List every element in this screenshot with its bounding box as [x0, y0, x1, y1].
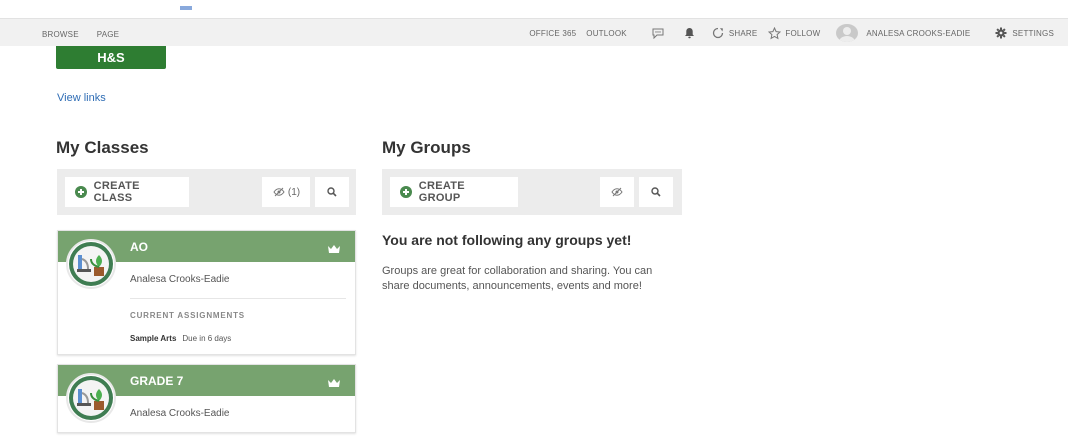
my-classes-title: My Classes: [56, 138, 149, 157]
user-name: ANALESA CROOKS-EADIE: [866, 28, 971, 38]
search-classes-button[interactable]: [315, 177, 349, 207]
class-name: GRADE 7: [130, 374, 184, 388]
my-groups-toolbar: CREATE GROUP: [382, 169, 682, 215]
my-groups-title: My Groups: [382, 138, 471, 157]
assignment-name: Sample Arts: [130, 334, 177, 343]
create-group-button[interactable]: CREATE GROUP: [390, 177, 518, 207]
create-class-button[interactable]: CREATE CLASS: [65, 177, 189, 207]
current-assignments-title: CURRENT ASSIGNMENTS: [130, 311, 245, 320]
class-logo: [66, 239, 116, 289]
star-icon: [767, 26, 781, 40]
search-icon: [325, 185, 339, 199]
crown-icon: [327, 241, 341, 259]
search-groups-button[interactable]: [639, 177, 673, 207]
assignment-due: Due in 6 days: [182, 334, 232, 343]
class-logo: [66, 373, 116, 423]
class-card-ao[interactable]: AO Analesa Crooks-Eadie CURRENT ASSIGNME…: [57, 230, 356, 355]
crown-icon: [327, 375, 341, 393]
tab-browse[interactable]: BROWSE: [42, 30, 79, 39]
top-strip: [0, 0, 1068, 18]
suite-bar: BROWSE PAGE OFFICE 365 OUTLOOK SHARE FOL…: [0, 18, 1068, 46]
office365-link[interactable]: OFFICE 365: [529, 29, 576, 38]
gear-icon: [994, 26, 1008, 40]
hidden-classes-button[interactable]: (1): [262, 177, 310, 207]
groups-empty-description: Groups are great for collaboration and s…: [382, 265, 653, 292]
avatar: [836, 24, 859, 42]
create-group-label: CREATE GROUP: [418, 180, 465, 204]
create-class-label: CREATE CLASS: [93, 180, 140, 204]
assignment-row[interactable]: Sample Arts Due in 6 days: [130, 334, 231, 343]
ribbon-tabs: BROWSE PAGE: [42, 30, 119, 39]
hs-quick-link[interactable]: H&S: [56, 46, 166, 69]
share-label: SHARE: [728, 28, 758, 38]
outlook-link[interactable]: OUTLOOK: [586, 29, 627, 38]
suite-bar-actions: OFFICE 365 OUTLOOK SHARE FOLLOW ANALESA …: [529, 24, 1054, 42]
groups-empty-heading: You are not following any groups yet!: [382, 232, 632, 248]
search-icon: [649, 185, 663, 199]
hidden-count: (1): [287, 186, 301, 198]
view-links-link[interactable]: View links: [57, 92, 106, 104]
share-icon: [711, 26, 725, 40]
eye-slash-icon: [610, 185, 624, 199]
class-name: AO: [130, 240, 148, 254]
my-classes-toolbar: CREATE CLASS (1): [57, 169, 356, 215]
user-menu[interactable]: ANALESA CROOKS-EADIE: [836, 24, 970, 42]
plus-circle-icon: [75, 186, 87, 198]
bell-icon[interactable]: [683, 26, 697, 40]
top-strip-mark: [180, 6, 192, 10]
follow-label: FOLLOW: [785, 28, 821, 38]
settings-button[interactable]: SETTINGS: [994, 26, 1054, 40]
follow-button[interactable]: FOLLOW: [767, 26, 820, 40]
tab-page[interactable]: PAGE: [97, 30, 119, 39]
card-divider: [130, 298, 346, 299]
chat-icon[interactable]: [651, 26, 665, 40]
hidden-groups-button[interactable]: [600, 177, 634, 207]
class-owner: Analesa Crooks-Eadie: [130, 408, 230, 419]
class-card-grade-7[interactable]: GRADE 7 Analesa Crooks-Eadie: [57, 364, 356, 433]
share-button[interactable]: SHARE: [711, 26, 758, 40]
eye-slash-icon: [272, 185, 286, 199]
class-owner: Analesa Crooks-Eadie: [130, 274, 230, 285]
settings-label: SETTINGS: [1012, 28, 1054, 38]
plus-circle-icon: [400, 186, 412, 198]
